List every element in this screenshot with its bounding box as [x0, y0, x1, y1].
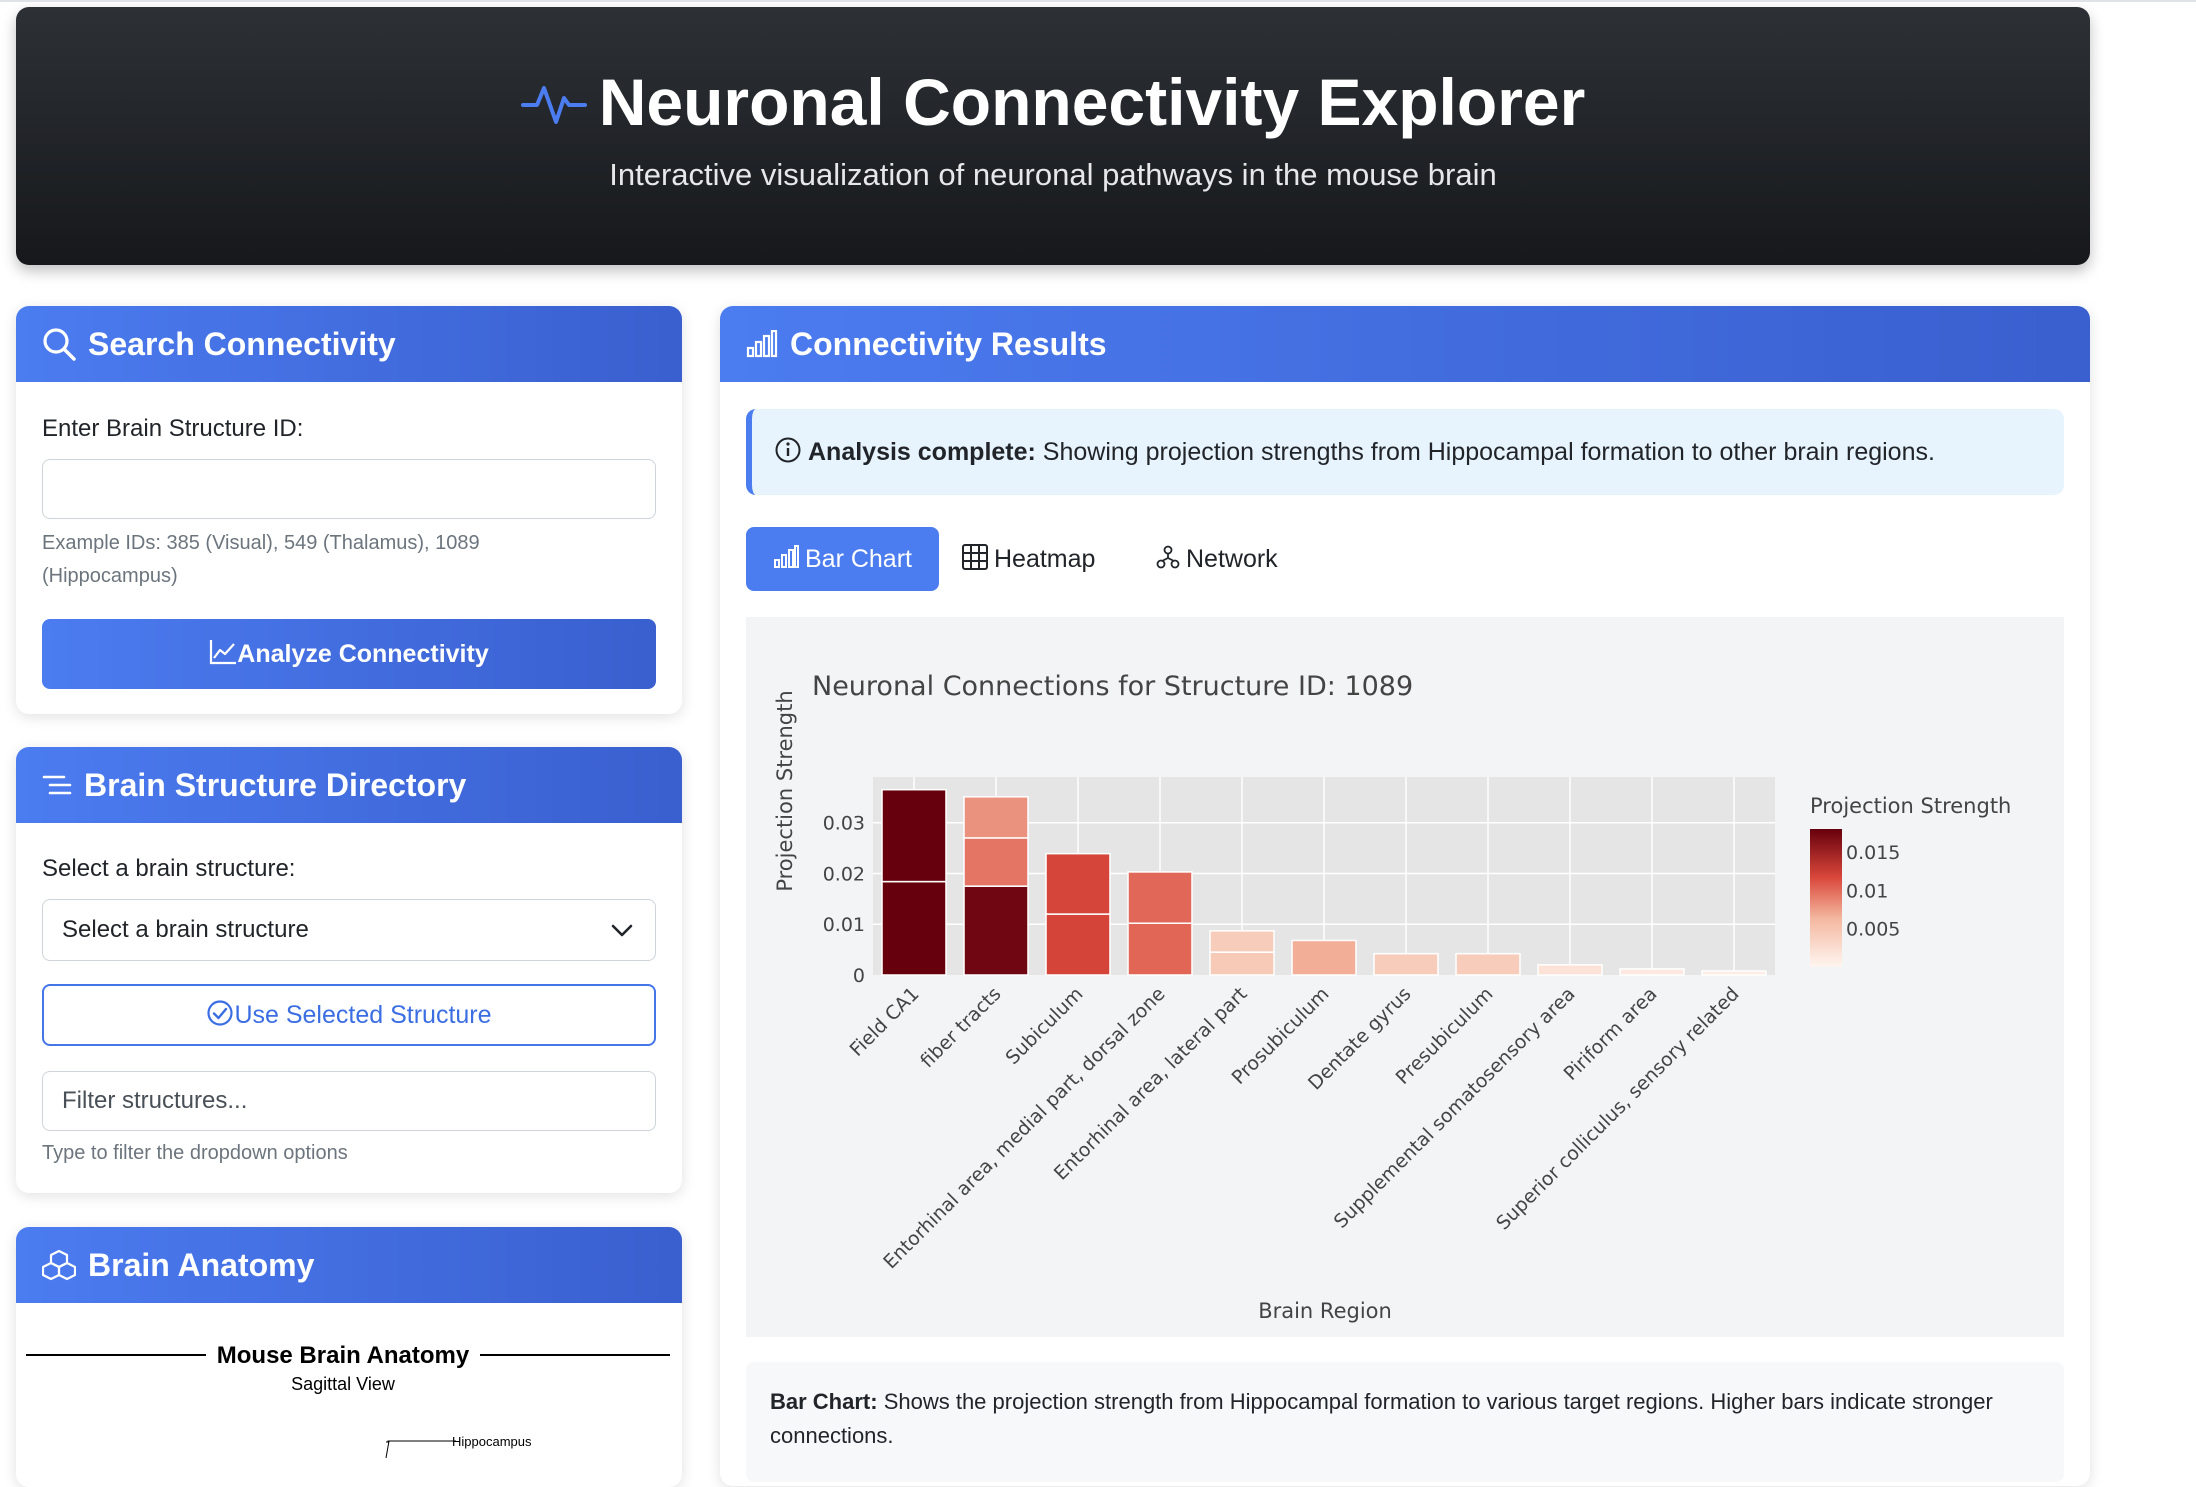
- activity-pulse-icon: [520, 85, 587, 124]
- tab-network[interactable]: Network: [1156, 527, 1278, 591]
- network-icon: [1156, 545, 1180, 569]
- anatomy-card-header: Brain Anatomy: [16, 1227, 682, 1303]
- analyze-connectivity-button[interactable]: Analyze Connectivity: [42, 619, 656, 689]
- line-chart-icon: [210, 640, 237, 665]
- x-axis-label: Brain Region: [1258, 1299, 1392, 1323]
- page-title-row: Neuronal Connectivity Explorer: [16, 59, 2090, 145]
- bar-segment-9-0[interactable]: [1619, 968, 1685, 976]
- x-axis-ticks: Field CA1fiber tractsSubiculumEntorhinal…: [846, 983, 1744, 1273]
- bar-segment-10-0[interactable]: [1701, 970, 1767, 976]
- filter-structures-placeholder: Filter structures...: [62, 1087, 248, 1114]
- grid-icon: [962, 544, 988, 571]
- anatomy-figure-title: Mouse Brain Anatomy: [217, 1342, 470, 1369]
- example-ids-hint-line1: Example IDs: 385 (Visual), 549 (Thalamus…: [42, 532, 480, 554]
- chart-description-text: Shows the projection strength from Hippo…: [770, 1389, 1993, 1448]
- list-icon: [42, 775, 72, 794]
- tab-bar-chart-label: Bar Chart: [805, 545, 912, 573]
- bar-segment-7-0[interactable]: [1455, 952, 1521, 976]
- use-selected-structure-button[interactable]: Use Selected Structure: [42, 984, 656, 1046]
- bar-segment-3-0[interactable]: [1127, 922, 1193, 976]
- bar-segment-2-1[interactable]: [1045, 852, 1111, 915]
- tab-heatmap-label: Heatmap: [994, 545, 1096, 573]
- chart-description: Bar Chart: Shows the projection strength…: [746, 1362, 2064, 1482]
- x-tick-label-0: Field CA1: [846, 983, 924, 1061]
- colorbar: [1810, 829, 1842, 967]
- example-ids-hint-line2: (Hippocampus): [42, 565, 178, 587]
- hippocampus-label: Hippocampus: [452, 1434, 532, 1449]
- chart-panel: Neuronal Connections for Structure ID: 1…: [746, 617, 2064, 1337]
- chart-description-bold: Bar Chart:: [770, 1389, 878, 1414]
- chart-title: Neuronal Connections for Structure ID: 1…: [812, 671, 1413, 702]
- boxes-icon: [41, 1249, 77, 1280]
- check-circle-icon: [207, 1000, 234, 1026]
- page-subtitle: Interactive visualization of neuronal pa…: [609, 157, 1497, 192]
- bar-chart: Neuronal Connections for Structure ID: 1…: [773, 671, 2011, 1323]
- bar-segment-8-0[interactable]: [1537, 964, 1603, 976]
- tab-network-label: Network: [1186, 545, 1278, 573]
- page-header: Neuronal Connectivity Explorer Interacti…: [16, 7, 2090, 265]
- y-tick-label-0: 0: [853, 965, 865, 987]
- x-tick-label-3: Entorhinal area, medial part, dorsal zon…: [879, 983, 1169, 1273]
- results-card-title: Connectivity Results: [790, 326, 1107, 362]
- anatomy-card-title: Brain Anatomy: [88, 1247, 315, 1283]
- anatomy-figure-subtitle: Sagittal View: [291, 1374, 396, 1394]
- search-card-title: Search Connectivity: [88, 326, 396, 362]
- page-title: Neuronal Connectivity Explorer: [598, 65, 1586, 139]
- structure-id-label: Enter Brain Structure ID:: [42, 415, 304, 442]
- alert-bold-label: Analysis complete:: [808, 438, 1036, 466]
- colorbar-ticks: 0.005 0.01 0.015: [1846, 842, 1900, 941]
- filter-structures-input[interactable]: Filter structures...: [42, 1071, 656, 1131]
- use-selected-structure-label: Use Selected Structure: [234, 1001, 492, 1029]
- directory-card-title: Brain Structure Directory: [84, 767, 467, 803]
- window-top-border: [0, 0, 2196, 2]
- bar-segment-5-0[interactable]: [1291, 939, 1357, 976]
- tab-bar-chart[interactable]: Bar Chart: [746, 527, 939, 591]
- alert-text: Showing projection strengths from Hippoc…: [1035, 438, 1935, 466]
- chevron-down-icon: [611, 924, 633, 937]
- bar-segment-3-1[interactable]: [1127, 871, 1193, 924]
- select-structure-label: Select a brain structure:: [42, 855, 296, 882]
- bar-segment-1-0[interactable]: [963, 885, 1029, 976]
- colorbar-tick-label-1: 0.01: [1846, 880, 1888, 902]
- analyze-connectivity-label: Analyze Connectivity: [237, 640, 489, 668]
- y-tick-label-1: 0.01: [823, 914, 865, 936]
- bar-segment-0-0[interactable]: [881, 880, 947, 976]
- results-card-header: Connectivity Results: [720, 306, 2090, 382]
- bar-segment-0-1[interactable]: [881, 788, 947, 883]
- bar-segment-4-1[interactable]: [1209, 930, 1275, 953]
- bar-chart-icon: [774, 545, 799, 569]
- directory-card-header: Brain Structure Directory: [16, 747, 682, 823]
- structure-id-input[interactable]: [42, 459, 656, 519]
- y-axis-label: Projection Strength: [773, 690, 797, 891]
- colorbar-tick-label-2: 0.015: [1846, 842, 1900, 864]
- anatomy-figure: Mouse Brain Anatomy Sagittal View Hippoc…: [26, 1342, 670, 1458]
- structure-select-value: Select a brain structure: [62, 916, 309, 943]
- filter-hint: Type to filter the dropdown options: [42, 1142, 348, 1164]
- structure-select[interactable]: Select a brain structure: [42, 899, 656, 961]
- x-tick-label-2: Subiculum: [1001, 983, 1087, 1069]
- y-tick-label-2: 0.02: [823, 863, 865, 885]
- y-axis-ticks: 0 0.01 0.02 0.03: [823, 813, 865, 987]
- x-tick-label-1: fiber tracts: [916, 983, 1005, 1072]
- bar-segment-4-0[interactable]: [1209, 951, 1275, 976]
- y-tick-label-3: 0.03: [823, 813, 865, 835]
- colorbar-title: Projection Strength: [1810, 794, 2011, 818]
- search-icon: [43, 327, 76, 361]
- bar-segment-6-0[interactable]: [1373, 952, 1439, 976]
- hippocampus-callout-drop: [385, 1440, 390, 1458]
- bar-chart-icon: [746, 329, 778, 357]
- bar-segment-1-2[interactable]: [963, 796, 1029, 839]
- info-circle-icon: [775, 437, 801, 463]
- analysis-status-alert: Analysis complete: Showing projection st…: [746, 409, 2064, 495]
- colorbar-tick-label-0: 0.005: [1846, 919, 1900, 941]
- search-card-header: Search Connectivity: [16, 306, 682, 382]
- bar-segment-2-0[interactable]: [1045, 913, 1111, 976]
- tab-heatmap[interactable]: Heatmap: [962, 527, 1095, 591]
- bar-segment-1-1[interactable]: [963, 837, 1029, 887]
